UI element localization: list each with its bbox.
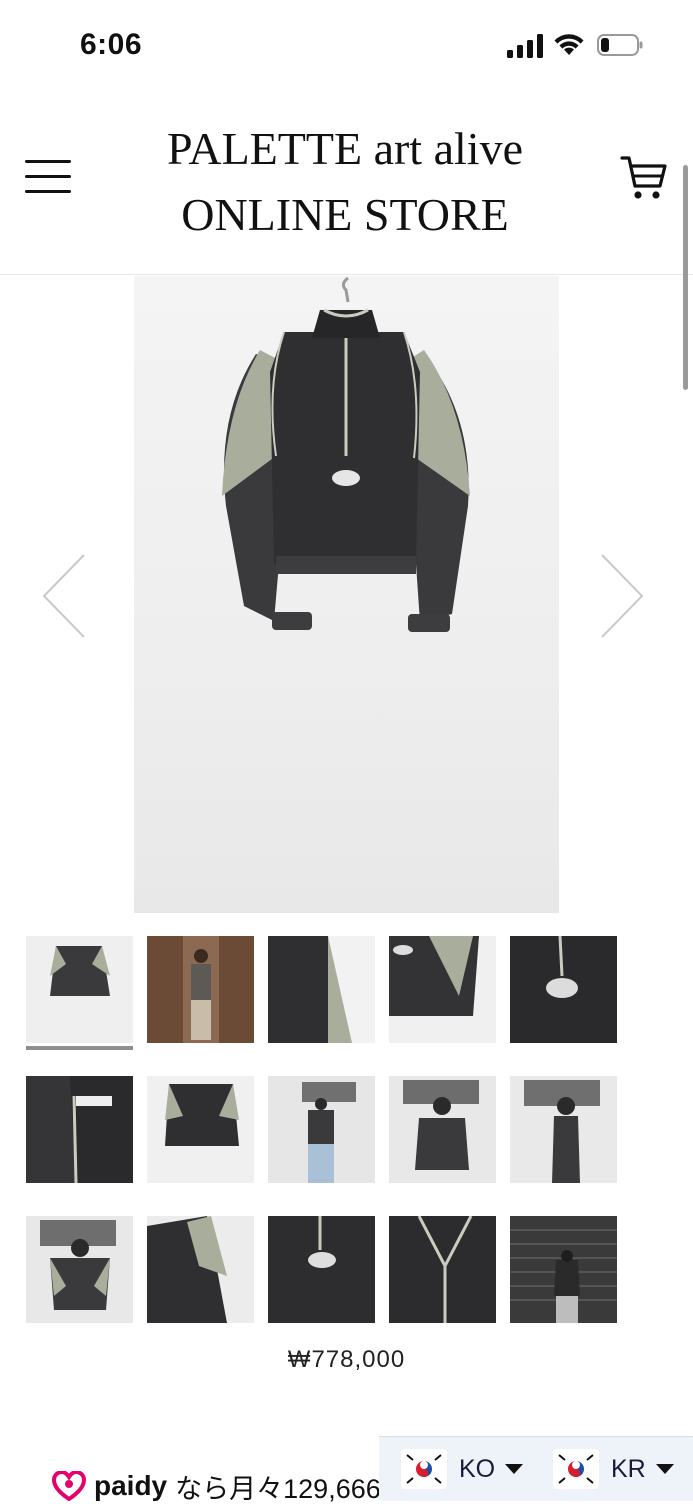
thumbnail-8[interactable] [268,1076,375,1183]
thumbnail-13[interactable] [268,1216,375,1323]
page-scrollbar[interactable] [683,165,688,390]
chevron-right-icon[interactable] [600,553,646,639]
wifi-icon [554,34,584,55]
paidy-logo-icon [52,1471,86,1501]
cart-icon[interactable] [620,152,668,204]
thumbnail-4[interactable] [389,936,496,1043]
chevron-down-icon [505,1464,524,1474]
status-bar: 6:06 [0,0,693,90]
site-header: PALETTE art alive ONLINE STORE [0,90,693,275]
thumbnail-14[interactable] [389,1216,496,1323]
battery-icon [597,34,643,56]
country-selector[interactable]: KR [553,1449,674,1489]
cellular-signal-icon [507,34,543,58]
thumbnail-12[interactable] [147,1216,254,1323]
thumbnail-10[interactable] [510,1076,617,1183]
thumbnail-9[interactable] [389,1076,496,1183]
hamburger-icon[interactable] [25,160,71,196]
product-price: ₩778,000 [287,1346,406,1373]
chevron-left-icon[interactable] [40,553,86,639]
brand-line-2: ONLINE STORE [181,189,509,240]
active-thumbnail-indicator [26,1046,133,1050]
paidy-installment[interactable]: paidy なら月々129,666 [52,1466,381,1506]
store-logo[interactable]: PALETTE art alive ONLINE STORE [110,116,580,248]
thumbnail-3[interactable] [268,936,375,1043]
thumbnail-2[interactable] [147,936,254,1043]
thumbnail-11[interactable] [26,1216,133,1323]
language-code: KO [459,1454,496,1483]
chevron-down-icon [655,1464,674,1474]
product-main-image[interactable] [134,276,559,913]
status-time: 6:06 [80,28,143,61]
thumbnail-6[interactable] [26,1076,133,1183]
thumbnail-5[interactable] [510,936,617,1043]
paidy-logo-text: paidy [94,1470,168,1501]
language-selector[interactable]: KO [401,1449,524,1489]
country-code: KR [611,1454,646,1483]
south-korea-flag-icon [553,1449,599,1489]
brand-line-1: PALETTE art alive [167,123,523,174]
south-korea-flag-icon [401,1449,447,1489]
thumbnail-15[interactable] [510,1216,617,1323]
locale-bar: KO KR [379,1436,693,1501]
thumbnail-1[interactable] [26,936,133,1043]
jacket-image [222,276,470,632]
thumbnail-7[interactable] [147,1076,254,1183]
